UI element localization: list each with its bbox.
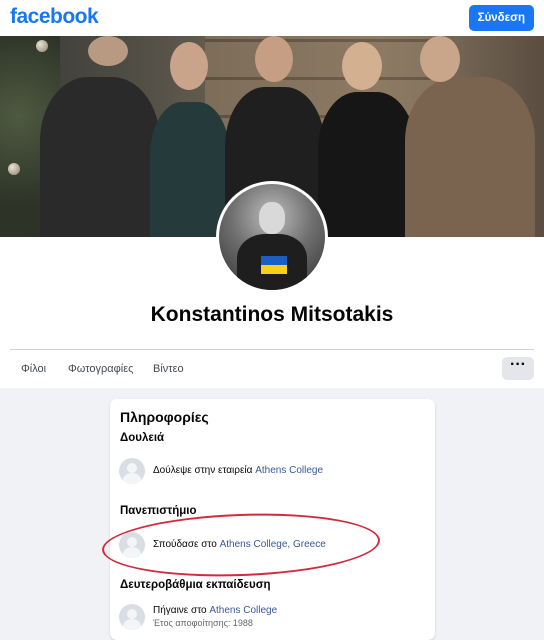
tab-videos[interactable]: Βίντεο <box>153 363 184 375</box>
profile-picture[interactable] <box>216 181 328 293</box>
secondary-placeholder-icon <box>119 604 145 630</box>
person-head <box>255 36 293 82</box>
university-entry: Σπούδασε στο Athens College, Greece <box>153 539 326 550</box>
work-link[interactable]: Athens College <box>255 465 323 476</box>
secondary-prefix: Πήγαινε στο <box>153 605 207 616</box>
person-silhouette <box>150 102 230 237</box>
secondary-link[interactable]: Athens College <box>209 605 277 616</box>
work-prefix: Δούλεψε στην εταιρεία <box>153 465 253 476</box>
divider <box>10 349 534 350</box>
graduation-year: Έτος αποφοίτησης: 1988 <box>153 618 253 628</box>
work-heading: Δουλειά <box>120 432 165 444</box>
person-head <box>420 36 460 82</box>
person-head <box>342 42 382 90</box>
facebook-logo[interactable]: facebook <box>10 5 99 29</box>
ornament <box>36 40 48 52</box>
secondary-entry: Πήγαινε στο Athens College <box>153 605 277 616</box>
about-title: Πληροφορίες <box>120 409 209 425</box>
tab-photos[interactable]: Φωτογραφίες <box>68 363 133 375</box>
tab-friends[interactable]: Φίλοι <box>21 363 46 375</box>
university-placeholder-icon <box>119 532 145 558</box>
person-silhouette <box>405 77 535 237</box>
person-silhouette <box>318 92 416 237</box>
profile-photo <box>219 184 325 290</box>
person-silhouette <box>40 77 160 237</box>
login-button[interactable]: Σύνδεση <box>468 5 534 31</box>
person-head <box>88 36 128 66</box>
university-heading: Πανεπιστήμιο <box>120 505 197 517</box>
university-prefix: Σπούδασε στο <box>153 539 217 550</box>
university-link[interactable]: Athens College, Greece <box>220 539 326 550</box>
profile-name: Konstantinos Mitsotakis <box>150 303 394 326</box>
more-options-button[interactable]: ··· <box>502 357 534 380</box>
work-placeholder-icon <box>119 458 145 484</box>
work-entry: Δούλεψε στην εταιρεία Athens College <box>153 465 323 476</box>
top-bar: facebook Σύνδεση <box>0 0 544 36</box>
secondary-education-heading: Δευτεροβάθμια εκπαίδευση <box>120 579 271 591</box>
about-card: Πληροφορίες Δουλειά Δούλεψε στην εταιρεί… <box>110 399 435 640</box>
profile-face <box>259 202 285 234</box>
ukraine-flag-icon <box>261 256 287 274</box>
ornament <box>8 163 20 175</box>
person-head <box>170 42 208 90</box>
